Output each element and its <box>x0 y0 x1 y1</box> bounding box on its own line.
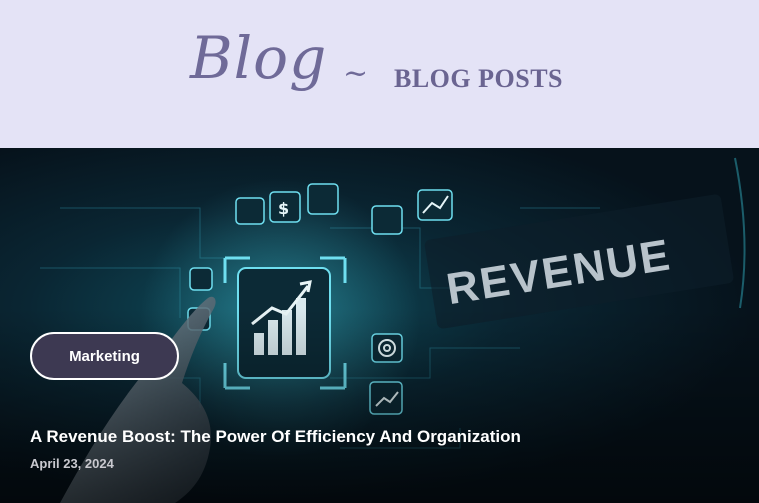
post-title[interactable]: A Revenue Boost: The Power Of Efficiency… <box>30 427 521 447</box>
blog-post-card[interactable]: $ REVENUE Marketing A Revenue Boost: The… <box>0 148 759 503</box>
page-header: Blog ~ BLOG POSTS <box>0 0 759 148</box>
header-script-word: Blog <box>190 24 328 92</box>
page-title: BLOG POSTS <box>394 64 563 93</box>
header-separator: ~ <box>343 56 369 91</box>
post-date: April 23, 2024 <box>30 456 114 471</box>
category-tag[interactable]: Marketing <box>30 332 179 380</box>
image-overlay <box>0 148 759 503</box>
